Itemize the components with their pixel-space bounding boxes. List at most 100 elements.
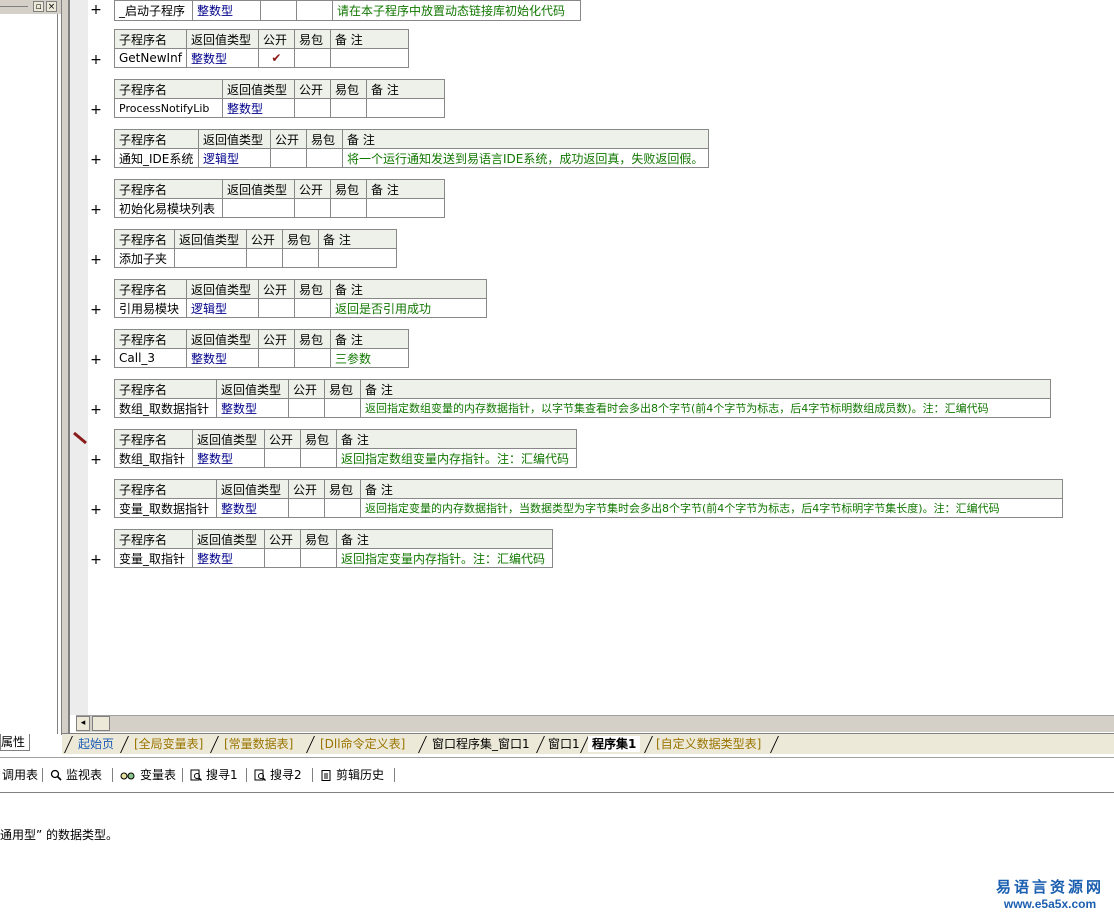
tab-custom-types[interactable]: [自定义数据类型表] (652, 736, 765, 752)
easy-package-cell[interactable] (330, 198, 367, 218)
public-cell[interactable] (270, 148, 307, 168)
clip-history-button[interactable]: 剪辑历史 (320, 766, 384, 784)
toolbar-separator (182, 768, 183, 782)
subroutine-name[interactable]: GetNewInf (114, 48, 187, 68)
minimize-button[interactable]: ▫ (33, 1, 44, 12)
subroutine-name[interactable]: 引用易模块 (114, 298, 187, 318)
search1-button[interactable]: 搜寻1 (190, 766, 238, 784)
expand-toggle[interactable]: + (90, 153, 102, 167)
return-type-cell[interactable]: 逻辑型 (186, 298, 259, 318)
subroutine-name[interactable]: 数组_取数据指针 (114, 398, 217, 418)
subroutine-name[interactable]: 初始化易模块列表 (114, 198, 223, 218)
public-cell[interactable] (294, 98, 331, 118)
public-cell[interactable] (294, 198, 331, 218)
return-type-cell[interactable]: 整数型 (192, 548, 265, 568)
variable-table-button[interactable]: 变量表 (120, 766, 176, 784)
easy-package-cell[interactable] (324, 398, 361, 418)
return-type-cell[interactable]: 整数型 (216, 498, 289, 518)
expand-toggle[interactable]: + (90, 503, 102, 517)
return-type-cell[interactable]: 整数型 (186, 348, 259, 368)
public-cell[interactable] (288, 398, 325, 418)
subroutine-name[interactable]: ProcessNotifyLib (114, 98, 223, 118)
public-cell[interactable] (258, 348, 295, 368)
easy-package-cell[interactable] (324, 498, 361, 518)
horizontal-scrollbar[interactable]: ◂ (76, 715, 1114, 732)
close-button[interactable]: × (46, 1, 57, 12)
return-type-cell[interactable]: 整数型 (185, 48, 259, 68)
scroll-left-icon[interactable]: ◂ (76, 716, 90, 731)
easy-package-cell[interactable] (282, 248, 319, 268)
table-row: 初始化易模块列表 (114, 198, 445, 218)
subroutine-name[interactable]: Call_3 (114, 348, 187, 368)
call-table-button[interactable]: 调用表 (2, 766, 38, 784)
public-cell[interactable] (288, 498, 325, 518)
tab-assembly1[interactable]: 程序集1 (588, 736, 641, 752)
note-cell[interactable] (318, 248, 397, 268)
expand-toggle[interactable]: + (90, 403, 102, 417)
header-public: 公开 (294, 179, 331, 199)
note-cell[interactable]: 返回指定数组变量的内存数据指针，以字节集查看时会多出8个字节(前4个字节为标志，… (360, 398, 1051, 418)
note-cell[interactable]: 将一个运行通知发送到易语言IDE系统，成功返回真，失败返回假。 (342, 148, 709, 168)
subroutine-name[interactable]: 变量_取指针 (114, 548, 193, 568)
public-cell[interactable] (258, 298, 295, 318)
search2-button[interactable]: 搜寻2 (254, 766, 302, 784)
easy-package-cell[interactable] (300, 448, 337, 468)
return-type-cell[interactable]: 整数型 (192, 448, 265, 468)
note-cell[interactable]: 请在本子程序中放置动态链接库初始化代码 (332, 0, 581, 21)
return-type-cell[interactable] (174, 248, 247, 268)
note-cell[interactable]: 返回指定变量内存指针。注：汇编代码 (336, 548, 553, 568)
subroutine-name[interactable]: 添加子夹 (114, 248, 175, 268)
note-cell[interactable]: 返回是否引用成功 (330, 298, 487, 318)
tab-window-assembly[interactable]: 窗口程序集_窗口1 (428, 736, 534, 752)
easy-package-cell[interactable] (294, 348, 331, 368)
subroutine-name[interactable]: _启动子程序 (114, 0, 193, 21)
expand-toggle[interactable]: + (90, 553, 102, 567)
easy-package-cell[interactable] (293, 48, 331, 68)
expand-toggle[interactable]: + (90, 453, 102, 467)
subroutine-name[interactable]: 变量_取数据指针 (114, 498, 217, 518)
tab-global-variables[interactable]: [全局变量表] (130, 736, 207, 752)
note-cell[interactable]: 返回指定变量的内存数据指针，当数据类型为字节集时会多出8个字节(前4个字节为标志… (360, 498, 1063, 518)
scroll-thumb[interactable] (92, 716, 110, 731)
expand-toggle[interactable]: + (90, 353, 102, 367)
note-cell[interactable]: 三参数 (330, 348, 409, 368)
expand-toggle[interactable]: + (90, 53, 102, 67)
public-cell[interactable] (264, 448, 301, 468)
watch-table-button[interactable]: 监视表 (50, 766, 102, 784)
note-cell[interactable] (329, 48, 409, 68)
easy-package-cell[interactable] (296, 0, 333, 21)
header-note: 备 注 (336, 529, 553, 549)
expand-toggle[interactable]: + (90, 253, 102, 267)
tab-start-page[interactable]: 起始页 (74, 736, 118, 752)
subroutine-name[interactable]: 通知_IDE系统 (114, 148, 199, 168)
note-cell[interactable]: 返回指定数组变量内存指针。注：汇编代码 (336, 448, 577, 468)
expand-toggle[interactable]: + (90, 3, 102, 17)
tab-constants[interactable]: [常量数据表] (220, 736, 297, 752)
public-cell[interactable] (260, 0, 297, 21)
tab-dll-commands[interactable]: [Dll命令定义表] (316, 736, 409, 752)
expand-toggle[interactable]: + (90, 203, 102, 217)
return-type-cell[interactable]: 整数型 (192, 0, 261, 21)
public-cell[interactable] (246, 248, 283, 268)
note-cell[interactable] (366, 98, 445, 118)
header-note: 备 注 (342, 129, 709, 149)
easy-package-cell[interactable] (306, 148, 343, 168)
return-type-cell[interactable] (222, 198, 295, 218)
return-type-cell[interactable]: 整数型 (222, 98, 295, 118)
easy-package-cell[interactable] (300, 548, 337, 568)
return-type-cell[interactable]: 逻辑型 (198, 148, 271, 168)
expand-toggle[interactable]: + (90, 103, 102, 117)
public-cell[interactable] (264, 548, 301, 568)
easy-package-cell[interactable] (294, 298, 331, 318)
tab-window1[interactable]: 窗口1 (544, 736, 584, 752)
return-type-cell[interactable]: 整数型 (216, 398, 289, 418)
subroutine-name[interactable]: 数组_取指针 (114, 448, 193, 468)
tab-properties[interactable]: 属性 (0, 734, 30, 751)
expand-toggle[interactable]: + (90, 303, 102, 317)
header-easy-package: 易包 (306, 129, 343, 149)
note-cell[interactable] (366, 198, 445, 218)
toolbar-separator (42, 768, 43, 782)
public-check-icon[interactable]: ✔ (257, 48, 295, 68)
easy-package-cell[interactable] (330, 98, 367, 118)
table-header: 子程序名 返回值类型 公开 易包 备 注 (114, 129, 709, 149)
